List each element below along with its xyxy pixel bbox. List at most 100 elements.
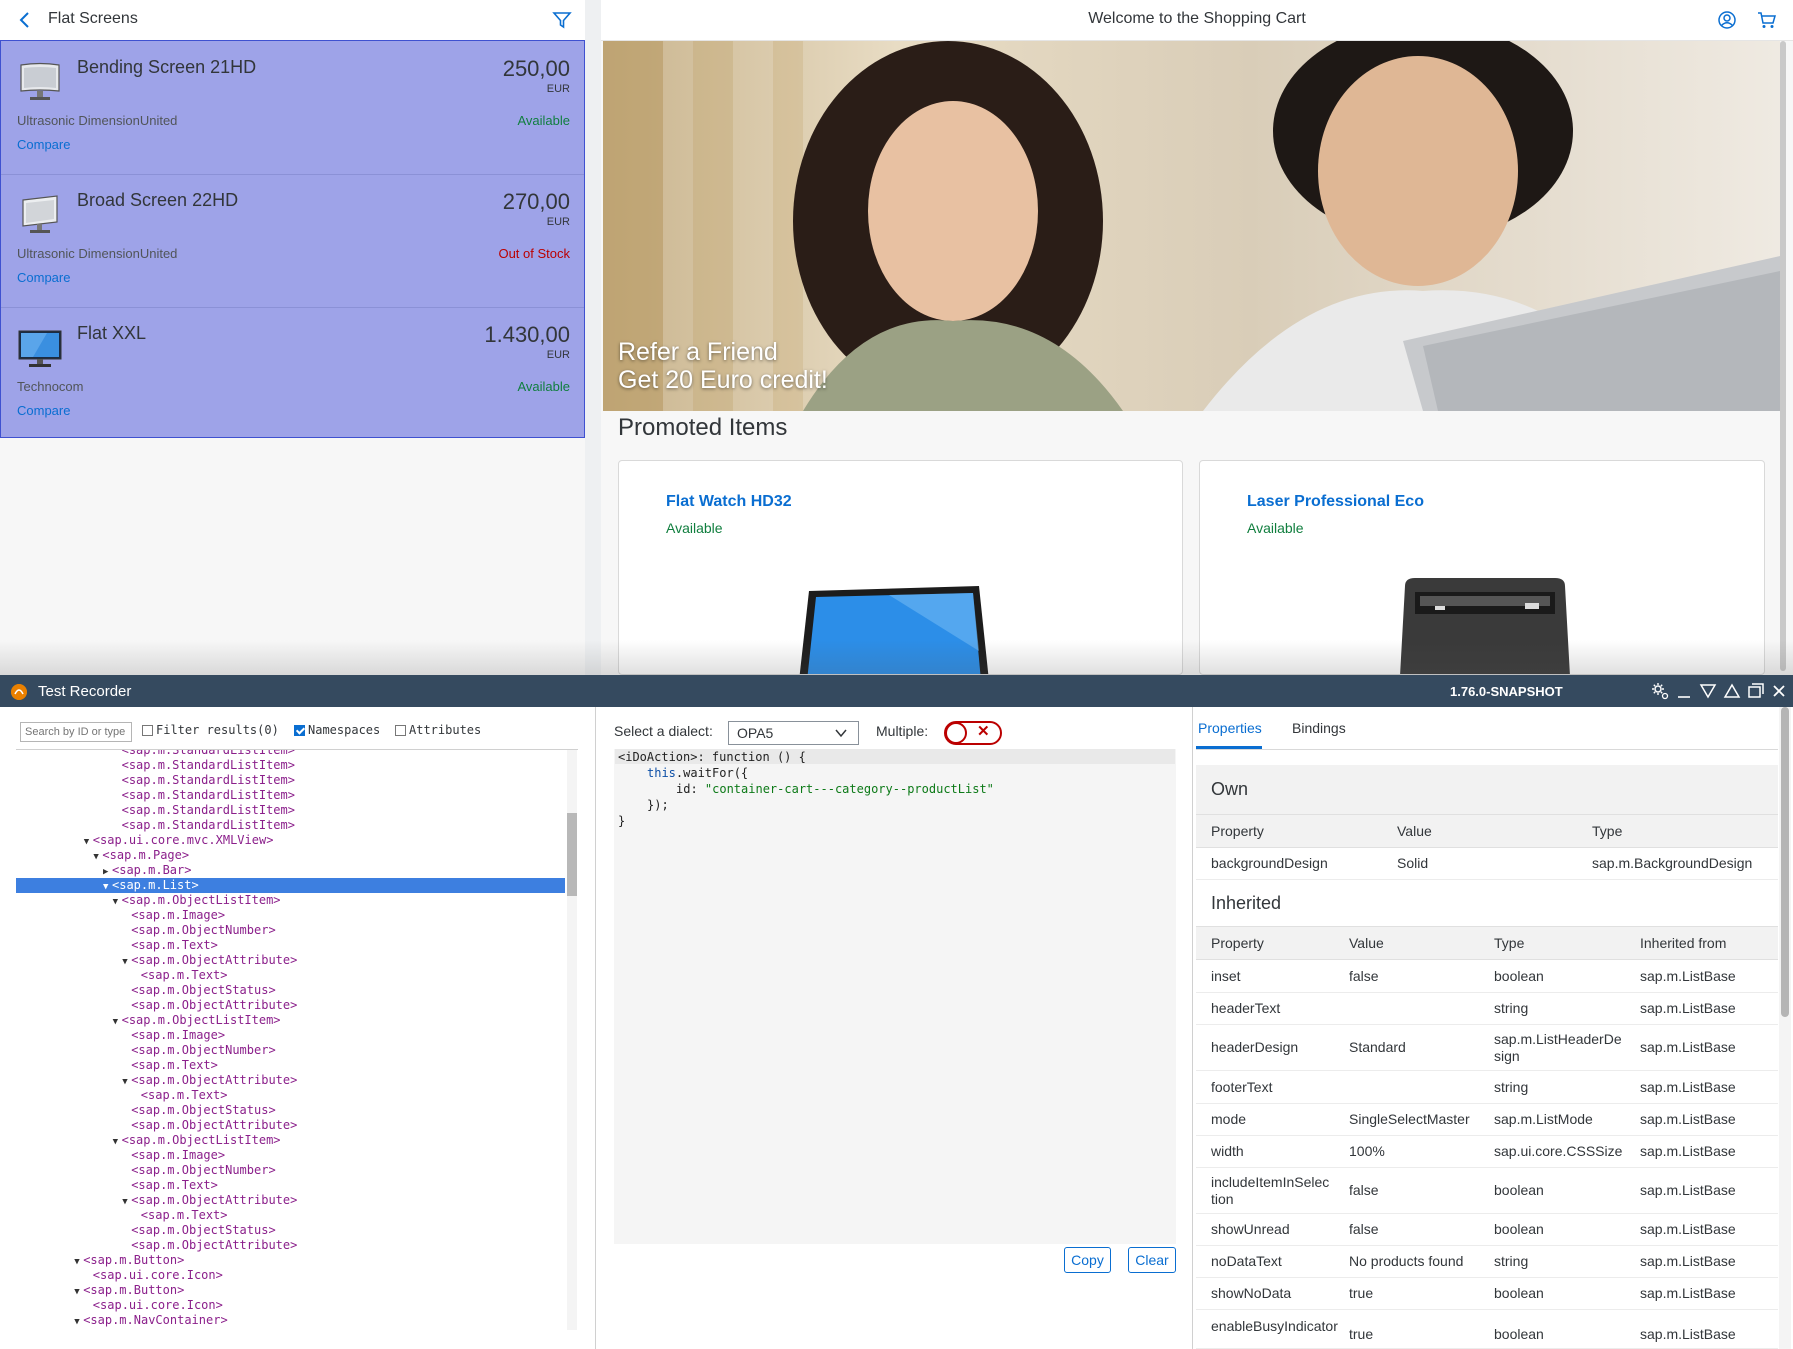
monitor-image — [18, 330, 62, 367]
dock-top-icon[interactable] — [1723, 682, 1741, 700]
control-tree: <sap.m.StandardListItem> <sap.m.StandardL… — [16, 750, 566, 1330]
compare-link[interactable]: Compare — [17, 270, 70, 285]
search-input[interactable] — [20, 722, 132, 742]
tree-node-label: <sap.m.StandardListItem> — [121, 818, 295, 832]
checkbox-box[interactable] — [395, 724, 406, 736]
tree-node[interactable]: <sap.ui.core.Icon> — [16, 1298, 565, 1313]
compare-link[interactable]: Compare — [17, 403, 70, 418]
tree-node[interactable]: ▶ <sap.m.Bar> — [16, 863, 565, 878]
tree-node[interactable]: <sap.m.ObjectAttribute> — [16, 1118, 565, 1133]
tree-node[interactable]: ▼ <sap.m.ObjectAttribute> — [16, 1073, 565, 1088]
code-snippet[interactable]: <iDoAction>: function () { this.waitFor(… — [618, 749, 994, 829]
tree-node-label: <sap.ui.core.Icon> — [92, 1268, 223, 1282]
tree-node[interactable]: <sap.m.Text> — [16, 1208, 565, 1223]
product-list-item[interactable]: Bending Screen 21HD 250,00 EUR Ultrasoni… — [1, 41, 584, 175]
tree-node-label: <sap.m.ObjectStatus> — [131, 1103, 276, 1117]
tree-node[interactable]: ▼ <sap.m.NavContainer> — [16, 1313, 565, 1328]
tree-scrollbar-thumb[interactable] — [567, 813, 577, 896]
tab-bindings[interactable]: Bindings — [1292, 720, 1346, 736]
promoted-item-name[interactable]: Flat Watch HD32 — [666, 493, 792, 511]
tree-node[interactable]: <sap.ui.core.Icon> — [16, 1268, 565, 1283]
promoted-item-name[interactable]: Laser Professional Eco — [1247, 493, 1424, 511]
inherited-table-header: Property Value Type Inherited from — [1196, 926, 1778, 960]
filter-icon[interactable] — [552, 10, 572, 30]
tree-node-label: <sap.m.Bar> — [112, 863, 192, 877]
attributes-checkbox[interactable]: Attributes — [395, 723, 481, 737]
product-name: Broad Screen 22HD — [77, 190, 239, 210]
tab-properties[interactable]: Properties — [1198, 720, 1262, 736]
popout-window-icon[interactable] — [1747, 682, 1765, 700]
checkbox-box[interactable] — [294, 724, 305, 736]
tree-node[interactable]: <sap.m.StandardListItem> — [16, 803, 565, 818]
dock-bottom-icon[interactable] — [1699, 682, 1717, 700]
tree-node[interactable]: <sap.m.ObjectStatus> — [16, 1223, 565, 1238]
tree-node[interactable]: <sap.m.Text> — [16, 1088, 565, 1103]
tree-node[interactable]: ▼ <sap.m.Button> — [16, 1283, 565, 1298]
tree-node[interactable]: <sap.m.ObjectNumber> — [16, 923, 565, 938]
tree-node[interactable]: <sap.m.StandardListItem> — [16, 818, 565, 833]
tree-node[interactable]: <sap.m.Image> — [16, 1028, 565, 1043]
detail-scrollbar[interactable] — [1780, 41, 1786, 671]
tree-node[interactable]: <sap.m.Text> — [16, 938, 565, 953]
table-row: inset false boolean sap.m.ListBase — [1196, 960, 1778, 993]
tree-node[interactable]: <sap.m.Text> — [16, 1058, 565, 1073]
clear-button[interactable]: Clear — [1128, 1247, 1176, 1273]
product-price: 250,00 — [502, 56, 570, 81]
tree-node[interactable]: <sap.m.ObjectAttribute> — [16, 998, 565, 1013]
tree-node[interactable]: ▼ <sap.m.Page> — [16, 848, 565, 863]
filter-results-checkbox[interactable]: Filter results(0) — [142, 723, 279, 737]
tree-node[interactable]: <sap.m.ObjectNumber> — [16, 1043, 565, 1058]
tree-node[interactable]: ▼ <sap.m.ObjectListItem> — [16, 1013, 565, 1028]
tree-node[interactable]: ▼ <sap.m.ObjectListItem> — [16, 1133, 565, 1148]
tree-node[interactable]: <sap.m.Text> — [16, 1178, 565, 1193]
properties-scrollbar-thumb[interactable] — [1781, 707, 1789, 1017]
minimize-icon[interactable] — [1675, 682, 1693, 700]
tree-node[interactable]: ▼ <sap.m.ObjectAttribute> — [16, 1193, 565, 1208]
tree-node[interactable]: ▼ <sap.m.List> — [16, 878, 565, 893]
tree-node[interactable]: <sap.m.ObjectStatus> — [16, 1103, 565, 1118]
product-list-item[interactable]: Flat XXL 1.430,00 EUR Technocom Availabl… — [1, 307, 584, 440]
tree-node[interactable]: ▼ <sap.m.ObjectListItem> — [16, 893, 565, 908]
table-row: enableBusyIndicator true boolean sap.m.L… — [1196, 1310, 1778, 1349]
tree-node[interactable]: <sap.m.StandardListItem> — [16, 788, 565, 803]
tree-node[interactable]: <sap.m.Image> — [16, 908, 565, 923]
property-value: false — [1349, 967, 1379, 984]
property-name: showNoData — [1211, 1285, 1292, 1301]
property-name: backgroundDesign — [1211, 855, 1328, 871]
product-list-item[interactable]: Broad Screen 22HD 270,00 EUR Ultrasonic … — [1, 174, 584, 308]
tree-node[interactable]: <sap.m.StandardListItem> — [16, 750, 565, 758]
cart-icon[interactable] — [1757, 10, 1777, 30]
property-value: Standard — [1349, 1039, 1406, 1055]
tree-node[interactable]: <sap.m.StandardListItem> — [16, 758, 565, 773]
tree-node[interactable]: <sap.m.ObjectNumber> — [16, 1163, 565, 1178]
tree-node-label: <sap.m.ObjectNumber> — [131, 923, 276, 937]
inherited-from: sap.m.ListBase — [1640, 967, 1736, 984]
collapse-arrow-icon[interactable]: ▼ — [74, 1315, 83, 1330]
close-icon[interactable] — [1770, 682, 1788, 700]
tree-node[interactable]: <sap.m.Image> — [16, 1148, 565, 1163]
namespaces-checkbox[interactable]: Namespaces — [294, 723, 380, 737]
table-row: includeItemInSelection false boolean sap… — [1196, 1168, 1778, 1214]
tree-node-label: <sap.m.StandardListItem> — [121, 758, 295, 772]
checkbox-box[interactable] — [142, 724, 153, 736]
property-name: width — [1211, 1143, 1244, 1159]
tree-node[interactable]: <sap.m.ObjectStatus> — [16, 983, 565, 998]
tree-node[interactable]: <sap.m.ObjectAttribute> — [16, 1238, 565, 1253]
inherited-from: sap.m.ListBase — [1640, 1039, 1736, 1055]
tree-node-label: <sap.m.StandardListItem> — [121, 803, 295, 817]
switch-handle[interactable] — [945, 722, 967, 744]
tree-node[interactable]: <sap.m.StandardListItem> — [16, 773, 565, 788]
copy-button[interactable]: Copy — [1064, 1247, 1111, 1273]
tree-node[interactable]: ▼ <sap.m.ObjectAttribute> — [16, 953, 565, 968]
split-pane-divider[interactable] — [585, 0, 601, 675]
tree-node-label: <sap.m.Image> — [131, 908, 226, 922]
back-icon[interactable] — [14, 9, 36, 31]
product-list: Bending Screen 21HD 250,00 EUR Ultrasoni… — [0, 40, 585, 438]
settings-icon[interactable] — [1651, 682, 1669, 700]
compare-link[interactable]: Compare — [17, 137, 70, 152]
user-icon[interactable] — [1717, 10, 1737, 30]
tree-node[interactable]: ▼ <sap.ui.core.mvc.XMLView> — [16, 833, 565, 848]
tree-node[interactable]: <sap.m.Text> — [16, 968, 565, 983]
tree-node[interactable]: ▼ <sap.m.Button> — [16, 1253, 565, 1268]
chevron-down-icon[interactable] — [834, 726, 848, 740]
